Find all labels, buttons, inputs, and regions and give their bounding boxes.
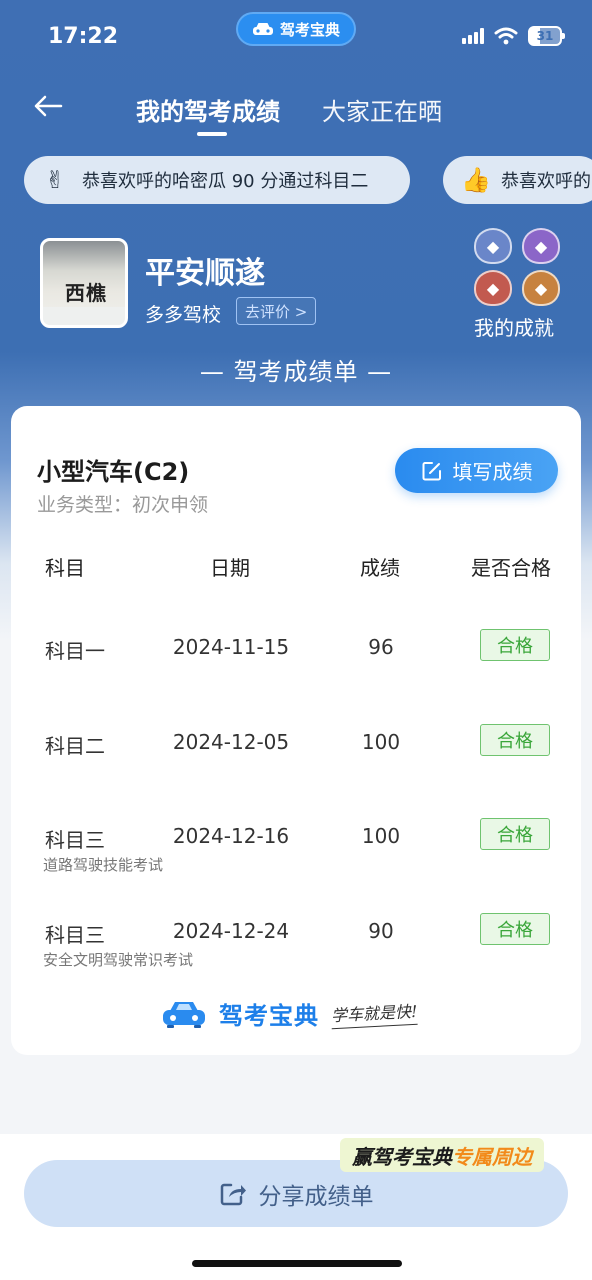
row-subject: 科目三 [45,923,105,947]
promo-highlight: 专属周边 [452,1144,532,1169]
row-subject: 科目一 [45,639,105,663]
avatar-sign-text: 西樵 [65,281,107,305]
row-score: 100 [361,730,401,754]
achievement-badge-icon: ◆ [522,270,560,306]
fill-score-label: 填写成绩 [452,460,533,484]
signal-icon [462,28,484,44]
row-date: 2024-12-16 [172,824,290,848]
pass-badge: 合格 [480,818,550,850]
table-row: 科目二 2024-12-05 100 合格 [11,724,581,790]
avatar-floor [43,307,125,325]
score-sheet-title: — 驾考成绩单 — [199,358,393,386]
car-icon [252,23,273,35]
score-card: 小型汽车(C2) 业务类型：初次申领 填写成绩 科目 日期 成绩 是否合格 科目… [11,406,581,1055]
wifi-icon [494,27,518,45]
user-name: 平安顺遂 [145,256,265,291]
header-score: 成绩 [360,556,400,580]
share-label: 分享成绩单 [258,1183,374,1210]
battery-icon: 31 [528,26,565,46]
achievement-badge-icon: ◆ [474,228,512,264]
status-icons: 31 [462,26,565,46]
row-subject: 科目三 [45,828,105,852]
app-indicator-pill[interactable]: 驾考宝典 [236,12,356,46]
table-row: 科目三 安全文明驾驶常识考试 2024-12-24 90 合格 [11,913,581,979]
pass-badge: 合格 [480,913,550,945]
row-subject-note: 安全文明驾驶常识考试 [43,951,194,969]
pass-badge: 合格 [480,629,550,661]
vehicle-type: 小型汽车(C2) [37,458,190,486]
merch-promo-banner[interactable]: 赢驾考宝典 专属周边 [340,1138,544,1172]
my-achievements-link[interactable]: 我的成就 [474,312,554,341]
table-row: 科目一 2024-11-15 96 合格 [11,629,581,695]
congrats-chip[interactable]: ✌ 恭喜欢呼的哈密瓜 90 分通过科目二 [24,156,410,204]
business-type: 业务类型：初次申领 [37,494,209,516]
row-score: 96 [368,635,394,659]
tab-everyone-sharing[interactable]: 大家正在晒 [322,92,442,127]
status-time: 17:22 [48,24,119,49]
avatar[interactable]: 西樵 [40,238,128,328]
app-pill-label: 驾考宝典 [279,20,340,39]
share-icon [220,1183,246,1205]
back-button[interactable] [30,88,66,124]
driving-school-name: 多多驾校 [145,304,222,326]
row-score: 100 [361,824,401,848]
achievement-badges[interactable]: ◆ ◆ ◆ ◆ [474,228,564,306]
arrow-left-icon [34,95,63,117]
header-pass: 是否合格 [471,556,551,580]
tab-my-scores[interactable]: 我的驾考成绩 [136,92,280,127]
header-date: 日期 [210,556,250,580]
fill-score-button[interactable]: 填写成绩 [395,448,558,493]
promo-prefix: 赢驾考宝典 [352,1144,452,1169]
row-score: 90 [368,919,394,943]
row-date: 2024-12-05 [172,730,290,754]
achievement-badge-icon: ◆ [474,270,512,306]
rate-school-button[interactable]: 去评价 > [236,297,317,325]
achievement-badge-icon: ◆ [522,228,560,264]
car-logo-icon [163,1001,205,1028]
edit-icon [422,461,441,480]
congrats-chip[interactable]: 👍 恭喜欢呼的 [443,156,592,204]
victory-hand-icon: ✌ [44,166,66,194]
row-date: 2024-11-15 [172,635,290,659]
home-indicator [192,1260,402,1267]
header-subject: 科目 [45,556,85,580]
row-subject: 科目二 [45,734,105,758]
pass-badge: 合格 [480,724,550,756]
congrats-text: 恭喜欢呼的哈密瓜 90 分通过科目二 [82,171,369,192]
congrats-text: 恭喜欢呼的 [501,171,591,192]
row-subject-note: 道路驾驶技能考试 [43,856,164,874]
brand-slogan: 学车就是快! [330,997,419,1030]
active-tab-indicator [197,132,227,136]
table-row: 科目三 道路驾驶技能考试 2024-12-16 100 合格 [11,818,581,884]
thumbs-up-icon: 👍 [461,166,491,194]
brand-footer: 驾考宝典 学车就是快! [161,996,419,1031]
brand-name: 驾考宝典 [219,1002,319,1030]
row-date: 2024-12-24 [172,919,290,943]
